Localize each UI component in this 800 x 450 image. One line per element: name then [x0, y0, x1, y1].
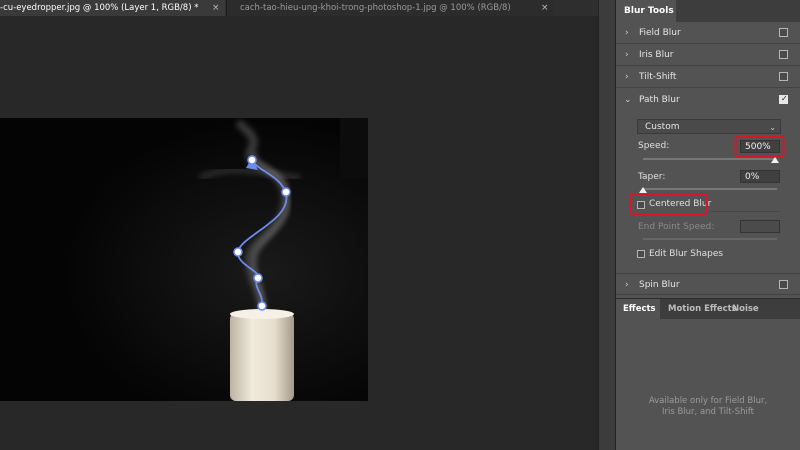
preset-value: Custom [645, 122, 680, 132]
end-point-speed-input [740, 220, 780, 233]
canvas-area[interactable] [0, 16, 598, 450]
tilt-shift-checkbox[interactable] [779, 72, 788, 81]
path-point[interactable] [257, 301, 267, 311]
chevron-down-icon: ⌄ [769, 123, 776, 132]
blur-preset-dropdown[interactable]: Custom ⌄ [637, 119, 781, 134]
tab-title: -cu-eyedropper.jpg @ 100% (Layer 1, RGB/… [0, 3, 199, 13]
edit-blur-shapes-checkbox[interactable] [637, 250, 645, 258]
section-label: Iris Blur [639, 50, 674, 60]
separator [710, 211, 780, 212]
panel-tab-bar: Blur Tools [616, 0, 800, 22]
effects-info-text: Available only for Field Blur, Iris Blur… [648, 396, 768, 417]
canvas-scrollbar[interactable] [598, 0, 616, 450]
centered-blur-highlight [630, 193, 708, 215]
path-point[interactable] [233, 247, 243, 257]
chevron-right-icon: › [625, 28, 629, 38]
chevron-right-icon: › [625, 50, 629, 60]
iris-blur-checkbox[interactable] [779, 50, 788, 59]
effects-tab-bar: Effects Motion Effects Noise [616, 298, 800, 319]
end-point-speed-slider [643, 238, 777, 240]
edit-blur-shapes-label: Edit Blur Shapes [649, 249, 724, 259]
speed-highlight [735, 136, 785, 157]
candle-smoke-photo [0, 118, 368, 401]
section-label: Path Blur [639, 95, 680, 105]
tab-effects[interactable]: Effects [616, 299, 660, 319]
document-tab-eyedropper[interactable]: -cu-eyedropper.jpg @ 100% (Layer 1, RGB/… [0, 0, 225, 16]
path-blur-checkbox[interactable] [779, 88, 788, 110]
tab-noise[interactable]: Noise [732, 299, 759, 319]
document-tab-bar: -cu-eyedropper.jpg @ 100% (Layer 1, RGB/… [0, 0, 616, 16]
speed-label: Speed: [638, 141, 670, 151]
speed-slider[interactable] [643, 158, 777, 160]
close-icon[interactable]: × [212, 0, 220, 16]
close-icon[interactable]: × [541, 0, 549, 16]
candle-image[interactable] [0, 118, 368, 401]
taper-input[interactable]: 0% [740, 170, 780, 183]
section-label: Spin Blur [639, 280, 680, 290]
section-spin-blur[interactable]: › Spin Blur [616, 273, 800, 295]
field-blur-checkbox[interactable] [779, 28, 788, 37]
section-label: Tilt-Shift [639, 72, 677, 82]
tab-title: cach-tao-hieu-ung-khoi-trong-photoshop-1… [240, 3, 511, 13]
tab-motion-effects[interactable]: Motion Effects [668, 299, 737, 319]
section-label: Field Blur [639, 28, 681, 38]
path-point[interactable] [281, 187, 291, 197]
speed-slider-thumb[interactable] [771, 157, 779, 163]
document-tab-smoke[interactable]: cach-tao-hieu-ung-khoi-trong-photoshop-1… [226, 0, 553, 16]
path-point[interactable] [253, 273, 263, 283]
spin-blur-checkbox[interactable] [779, 280, 788, 289]
section-path-blur[interactable]: ⌄ Path Blur [616, 88, 800, 111]
taper-slider[interactable] [643, 188, 777, 190]
tab-blur-tools[interactable]: Blur Tools [616, 0, 676, 22]
path-point[interactable] [247, 155, 257, 165]
section-tilt-shift[interactable]: › Tilt-Shift [616, 66, 800, 88]
candle [230, 313, 294, 401]
section-field-blur[interactable]: › Field Blur [616, 22, 800, 44]
chevron-right-icon: › [625, 72, 629, 82]
chevron-down-icon: ⌄ [624, 95, 632, 105]
section-iris-blur[interactable]: › Iris Blur [616, 44, 800, 66]
end-point-speed-label: End Point Speed: [638, 222, 715, 232]
taper-label: Taper: [638, 172, 666, 182]
chevron-right-icon: › [625, 280, 629, 290]
